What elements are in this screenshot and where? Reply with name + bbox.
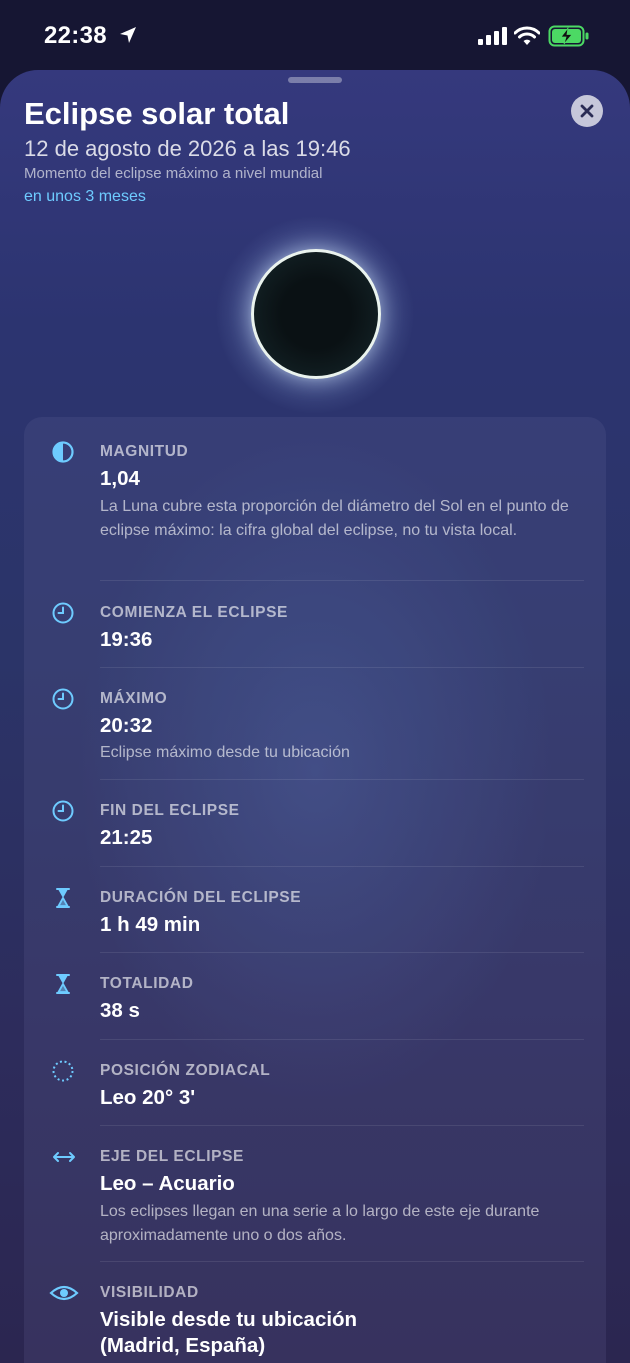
moon-disc xyxy=(251,249,381,379)
detail-row-visibility: VISIBILIDAD Visible desde tu ubicación (… xyxy=(24,1262,606,1363)
detail-row-start: COMIENZA EL ECLIPSE 19:36 xyxy=(24,581,606,668)
detail-label: FIN DEL ECLIPSE xyxy=(100,802,240,819)
half-circle-icon xyxy=(52,441,74,463)
detail-description: Los eclipses llegan en una serie a lo la… xyxy=(100,1203,540,1244)
eclipse-relative-time: en unos 3 meses xyxy=(24,188,146,205)
detail-row-maximum: MÁXIMO 20:32 Eclipse máximo desde tu ubi… xyxy=(24,668,606,780)
status-time: 22:38 xyxy=(44,22,107,49)
status-bar: 22:38 xyxy=(0,0,630,70)
eclipse-date: 12 de agosto de 2026 a las 19:46 xyxy=(24,136,351,161)
eclipse-illustration xyxy=(205,210,425,420)
dotted-circle-icon xyxy=(52,1060,74,1082)
detail-label: COMIENZA EL ECLIPSE xyxy=(100,604,288,621)
location-arrow-icon xyxy=(120,27,136,43)
battery-charging-icon xyxy=(548,25,589,47)
detail-value: 21:25 xyxy=(100,826,153,849)
detail-row-end: FIN DEL ECLIPSE 21:25 xyxy=(24,780,606,867)
detail-description: La Luna cubre esta proporción del diámet… xyxy=(100,498,569,539)
detail-label: MAGNITUD xyxy=(100,443,189,460)
close-icon xyxy=(580,104,594,118)
detail-description: Eclipse máximo desde tu ubicación xyxy=(100,744,350,761)
detail-value: 19:36 xyxy=(100,628,153,651)
detail-row-zodiac: POSICIÓN ZODIACAL Leo 20° 3' xyxy=(24,1040,606,1126)
cellular-signal-icon xyxy=(478,27,507,45)
hourglass-icon xyxy=(56,974,70,994)
clock-icon xyxy=(52,602,74,624)
detail-value: 38 s xyxy=(100,999,140,1022)
detail-label: EJE DEL ECLIPSE xyxy=(100,1148,244,1165)
sheet-title: Eclipse solar total xyxy=(24,96,290,131)
eye-icon xyxy=(49,1285,79,1301)
detail-row-duration: DURACIÓN DEL ECLIPSE 1 h 49 min xyxy=(24,867,606,953)
detail-row-magnitude: MAGNITUD 1,04 La Luna cubre esta proporc… xyxy=(24,417,606,581)
detail-label: DURACIÓN DEL ECLIPSE xyxy=(100,889,302,906)
detail-value: 1 h 49 min xyxy=(100,913,201,936)
clock-icon xyxy=(52,800,74,822)
detail-label: MÁXIMO xyxy=(100,690,168,707)
clock-icon xyxy=(52,688,74,710)
eclipse-date-caption: Momento del eclipse máximo a nivel mundi… xyxy=(24,165,323,182)
detail-label: POSICIÓN ZODIACAL xyxy=(100,1062,271,1079)
detail-value: Leo – Acuario xyxy=(100,1172,235,1195)
detail-value: Visible desde tu ubicación (Madrid, Espa… xyxy=(100,1308,358,1357)
detail-row-totality: TOTALIDAD 38 s xyxy=(24,953,606,1040)
detail-label: VISIBILIDAD xyxy=(100,1284,199,1301)
detail-value: 20:32 xyxy=(100,714,153,737)
wifi-icon xyxy=(514,26,540,45)
detail-value: 1,04 xyxy=(100,467,140,490)
close-button[interactable] xyxy=(571,95,603,127)
double-arrow-icon xyxy=(53,1152,75,1162)
detail-row-axis: EJE DEL ECLIPSE Leo – Acuario Los eclips… xyxy=(24,1126,606,1262)
eclipse-detail-sheet: Eclipse solar total 12 de agosto de 2026… xyxy=(0,70,630,1363)
details-card: MAGNITUD 1,04 La Luna cubre esta proporc… xyxy=(24,417,606,1363)
sheet-grabber[interactable] xyxy=(288,77,342,83)
detail-label: TOTALIDAD xyxy=(100,975,194,992)
detail-value: Leo 20° 3' xyxy=(100,1086,196,1109)
hourglass-icon xyxy=(56,888,70,908)
